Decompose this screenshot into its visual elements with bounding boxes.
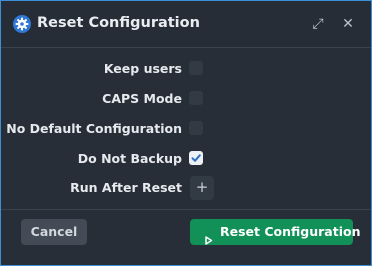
reset-configuration-button[interactable]: Reset Configuration — [190, 219, 360, 245]
titlebar-divider — [1, 47, 371, 48]
keep-users-checkbox[interactable] — [189, 61, 203, 75]
no-default-configuration-checkbox[interactable] — [189, 121, 203, 135]
dialog-title: Reset Configuration — [37, 15, 200, 31]
option-no-default-configuration: No Default Configuration — [1, 117, 371, 141]
option-label: Keep users — [103, 61, 182, 76]
option-do-not-backup: Do Not Backup — [1, 147, 371, 171]
option-label: No Default Configuration — [6, 121, 182, 136]
gear-icon — [13, 15, 31, 33]
option-run-after-reset: Run After Reset + — [1, 176, 371, 200]
reset-configuration-label: Reset Configuration — [220, 224, 361, 239]
option-keep-users: Keep users — [1, 57, 371, 81]
reset-configuration-dialog: Reset Configuration ⤢ ✕ Keep users CAPS … — [0, 0, 372, 266]
do-not-backup-checkbox[interactable] — [189, 151, 203, 165]
play-icon — [205, 228, 213, 254]
option-label: CAPS Mode — [102, 91, 182, 106]
add-command-button[interactable]: + — [190, 176, 214, 200]
footer-divider — [1, 209, 371, 210]
dialog-titlebar: Reset Configuration ⤢ ✕ — [1, 1, 371, 47]
option-caps-mode: CAPS Mode — [1, 87, 371, 111]
option-label: Run After Reset — [70, 180, 182, 195]
expand-icon[interactable]: ⤢ — [308, 14, 328, 34]
caps-mode-checkbox[interactable] — [189, 91, 203, 105]
option-label: Do Not Backup — [77, 151, 182, 166]
cancel-button[interactable]: Cancel — [21, 219, 87, 245]
close-icon[interactable]: ✕ — [338, 14, 358, 34]
